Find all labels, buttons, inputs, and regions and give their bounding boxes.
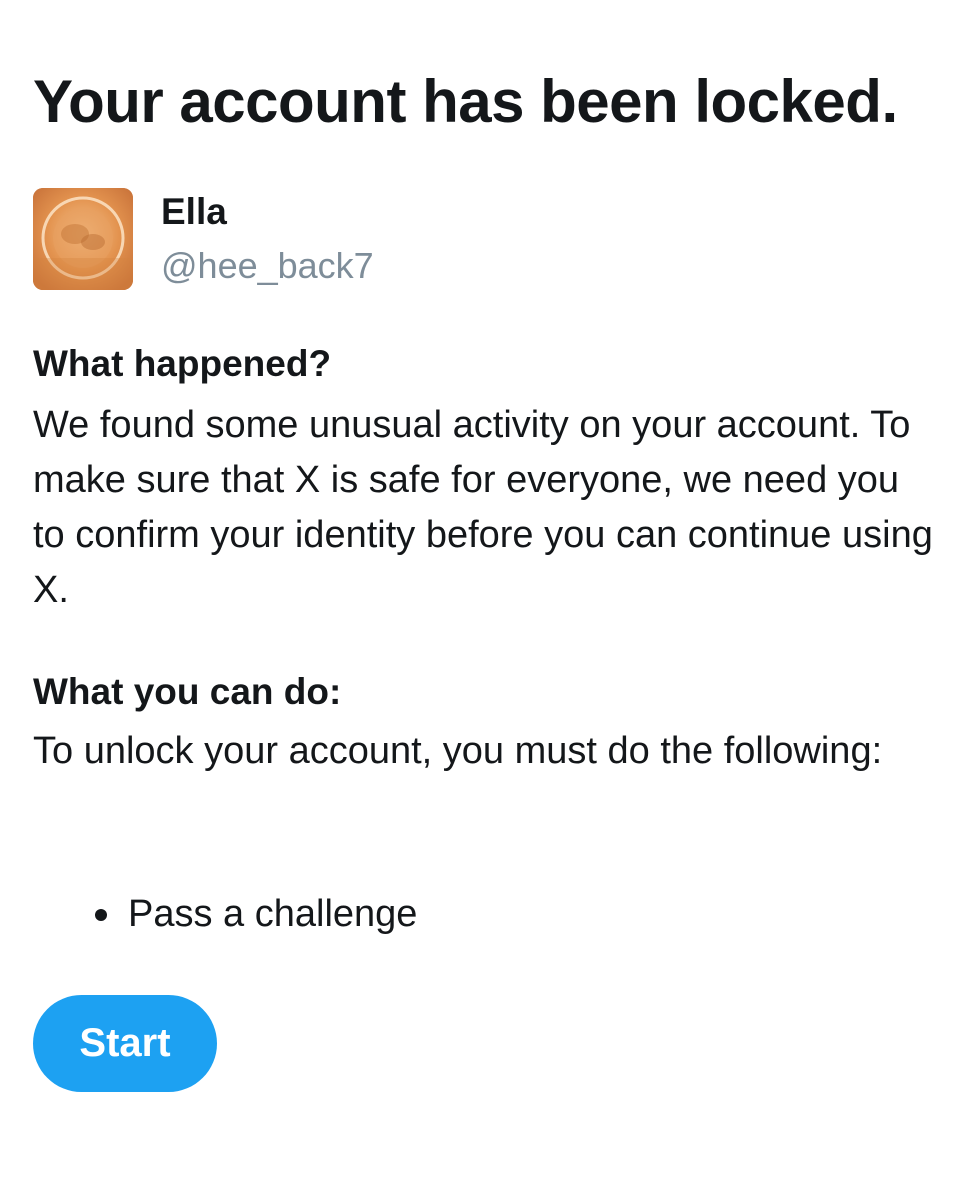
what-happened-body: We found some unusual activity on your a… [33, 404, 933, 611]
profile-avatar [33, 188, 133, 290]
profile-handle: @hee_back7 [161, 245, 374, 286]
what-happened-heading: What happened? [33, 343, 332, 384]
bullet-icon [95, 909, 107, 921]
what-you-can-do-body: To unlock your account, you must do the … [33, 730, 883, 772]
requirement-label: Pass a challenge [128, 893, 418, 935]
what-you-can-do-heading: What you can do: [33, 671, 342, 712]
avatar-image-icon [33, 188, 133, 290]
requirement-item: Pass a challenge [91, 888, 417, 940]
start-button[interactable]: Start [33, 995, 217, 1092]
page-title: Your account has been locked. [33, 68, 898, 135]
requirements-list: Pass a challenge [91, 888, 417, 940]
profile-display-name: Ella [161, 191, 227, 232]
